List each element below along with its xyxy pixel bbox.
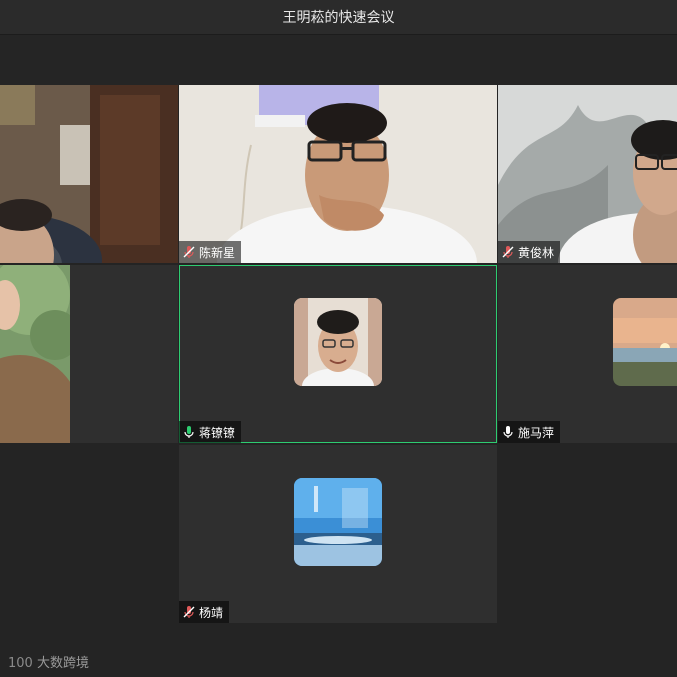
meeting-title-bar: 王明菘的快速会议 (0, 0, 677, 35)
participant-4-video (0, 265, 70, 443)
video-tile-participant-7[interactable]: 杨靖 (179, 445, 497, 623)
participant-nameplate: 陈新星 (179, 241, 242, 263)
participant-avatar (294, 478, 382, 566)
meeting-title: 王明菘的快速会议 (282, 9, 395, 25)
watermark: 100 大数跨境 (8, 652, 89, 671)
participant-avatar (613, 298, 677, 386)
participant-1-video (0, 85, 178, 263)
participant-nameplate: 黄俊林 (498, 241, 561, 263)
mic-icon (503, 426, 513, 438)
video-tile-participant-3[interactable]: 黄俊林 (498, 85, 677, 263)
participant-3-video (498, 85, 677, 263)
avatar-image (294, 478, 382, 566)
video-tile-participant-4[interactable] (0, 265, 178, 443)
participant-avatar (294, 298, 382, 386)
participant-name: 施马萍 (518, 425, 555, 440)
participant-name: 陈新星 (199, 245, 236, 260)
svg-text:100: 100 (8, 656, 32, 670)
video-tile-participant-2[interactable]: 陈新星 (179, 85, 497, 263)
participant-name: 蒋镣镣 (199, 425, 236, 440)
video-tile-participant-6[interactable]: 施马萍 (498, 265, 677, 443)
video-tile-participant-1[interactable] (0, 85, 178, 263)
mic-muted-icon (183, 606, 195, 618)
avatar-image (294, 298, 382, 386)
participant-nameplate: 施马萍 (498, 421, 561, 443)
top-spacer (0, 35, 677, 85)
avatar-image (613, 298, 677, 386)
watermark-text: 大数跨境 (37, 655, 90, 670)
video-tile-participant-5[interactable]: 蒋镣镣 (179, 265, 497, 443)
mic-speaking-icon (184, 426, 194, 438)
participant-nameplate: 蒋镣镣 (179, 421, 242, 443)
mic-muted-icon (183, 246, 195, 258)
participant-name: 黄俊林 (518, 245, 555, 260)
participant-nameplate: 杨靖 (179, 601, 230, 623)
mic-muted-icon (502, 246, 514, 258)
brand-logo-icon: 100 (8, 656, 32, 670)
participant-2-video (179, 85, 497, 263)
participant-name: 杨靖 (199, 605, 224, 620)
